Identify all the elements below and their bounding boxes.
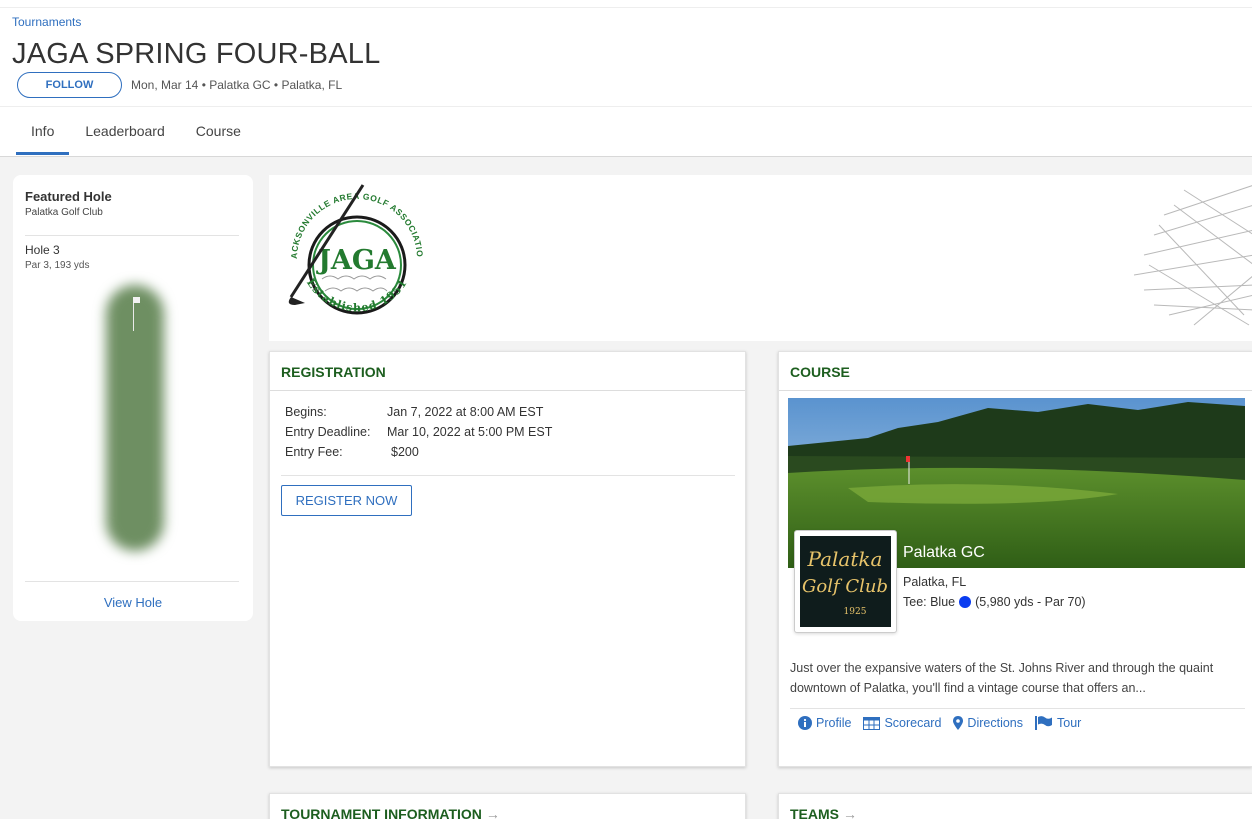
- pin-flag-icon: [133, 297, 140, 333]
- flag-icon: [1035, 716, 1052, 730]
- course-name[interactable]: Palatka GC: [903, 544, 985, 562]
- course-description: Just over the expansive waters of the St…: [790, 661, 1214, 695]
- jaga-logo: JAGA JACKSONVILLE AREA GOLF ASSOCIATION …: [277, 179, 424, 315]
- directions-link[interactable]: Directions: [953, 716, 1023, 730]
- tee-color-dot: [959, 596, 972, 608]
- arrow-right-icon: →: [485, 806, 500, 819]
- teams-card: TEAMS →: [778, 793, 1252, 819]
- tournament-information-card: TOURNAMENT INFORMATION →: [269, 793, 746, 819]
- svg-text:Golf Club: Golf Club: [802, 576, 888, 597]
- registration-details: Begins: Jan 7, 2022 at 8:00 AM EST Entry…: [285, 402, 552, 462]
- tab-bar: Info Leaderboard Course: [16, 108, 256, 156]
- header-divider: [0, 106, 1252, 107]
- info-circle-icon: [798, 716, 812, 730]
- course-tee-info: Tee: Blue (5,980 yds - Par 70): [903, 595, 1086, 609]
- tournament-meta: Mon, Mar 14 • Palatka GC • Palatka, FL: [131, 78, 343, 92]
- divider: [270, 390, 745, 391]
- tournament-banner: JAGA JACKSONVILLE AREA GOLF ASSOCIATION …: [269, 175, 1252, 341]
- tee-label: Tee: Blue: [903, 595, 956, 609]
- teams-title[interactable]: TEAMS →: [790, 806, 857, 819]
- registration-value: Jan 7, 2022 at 8:00 AM EST: [387, 405, 544, 419]
- featured-hole-title: Featured Hole: [25, 189, 112, 204]
- registration-row: Entry Fee: $200: [285, 442, 552, 462]
- registration-value: Mar 10, 2022 at 5:00 PM EST: [387, 425, 553, 439]
- tournament-information-title[interactable]: TOURNAMENT INFORMATION →: [281, 806, 500, 819]
- registration-value: $200: [391, 445, 419, 459]
- arrow-right-icon: →: [843, 806, 857, 819]
- registration-label: Begins:: [285, 405, 327, 419]
- course-card: COURSE Palatka GC Palatka Golf Club 1925…: [778, 351, 1252, 767]
- tab-leaderboard[interactable]: Leaderboard: [70, 108, 179, 154]
- divider: [790, 708, 1245, 709]
- registration-label: Entry Fee:: [285, 445, 343, 459]
- tee-yardage: (5,980 yds - Par 70): [975, 595, 1086, 609]
- registration-title: REGISTRATION: [281, 364, 386, 380]
- tab-course[interactable]: Course: [181, 108, 256, 154]
- registration-card: REGISTRATION Begins: Jan 7, 2022 at 8:00…: [269, 351, 746, 767]
- breadcrumb-tournaments[interactable]: Tournaments: [12, 15, 81, 29]
- featured-hole-card: Featured Hole Palatka Golf Club Hole 3 P…: [13, 175, 253, 621]
- registration-label: Entry Deadline:: [285, 425, 371, 439]
- course-logo[interactable]: Palatka Golf Club 1925: [794, 530, 897, 633]
- map-marker-icon: [953, 716, 964, 730]
- course-title: COURSE: [790, 364, 850, 380]
- profile-link[interactable]: Profile: [798, 716, 851, 730]
- tab-info[interactable]: Info: [16, 108, 70, 155]
- registration-row: Entry Deadline: Mar 10, 2022 at 5:00 PM …: [285, 422, 552, 442]
- divider: [25, 581, 239, 582]
- svg-text:1925: 1925: [844, 607, 867, 617]
- hole-name: Hole 3: [25, 243, 60, 257]
- table-icon: [863, 716, 881, 730]
- page-header: Tournaments JAGA SPRING FOUR-BALL FOLLOW…: [0, 0, 1252, 157]
- course-links: Profile Scorecard Directions Tour: [798, 716, 1081, 730]
- tour-link[interactable]: Tour: [1035, 716, 1081, 730]
- featured-hole-club: Palatka Golf Club: [25, 207, 103, 218]
- top-divider: [0, 7, 1252, 8]
- pine-needles-image: [1133, 185, 1252, 326]
- register-now-button[interactable]: REGISTER NOW: [281, 485, 412, 516]
- registration-row: Begins: Jan 7, 2022 at 8:00 AM EST: [285, 402, 552, 422]
- hole-info: Par 3, 193 yds: [25, 260, 90, 271]
- divider: [281, 475, 735, 476]
- view-hole-link[interactable]: View Hole: [13, 595, 253, 610]
- svg-text:Palatka: Palatka: [807, 547, 883, 571]
- scorecard-link[interactable]: Scorecard: [863, 716, 941, 730]
- follow-button[interactable]: FOLLOW: [17, 72, 122, 98]
- divider: [25, 235, 239, 236]
- logo-text: JAGA: [316, 245, 397, 276]
- divider: [779, 390, 1252, 391]
- course-location: Palatka, FL: [903, 575, 967, 589]
- page-title: JAGA SPRING FOUR-BALL: [12, 38, 381, 70]
